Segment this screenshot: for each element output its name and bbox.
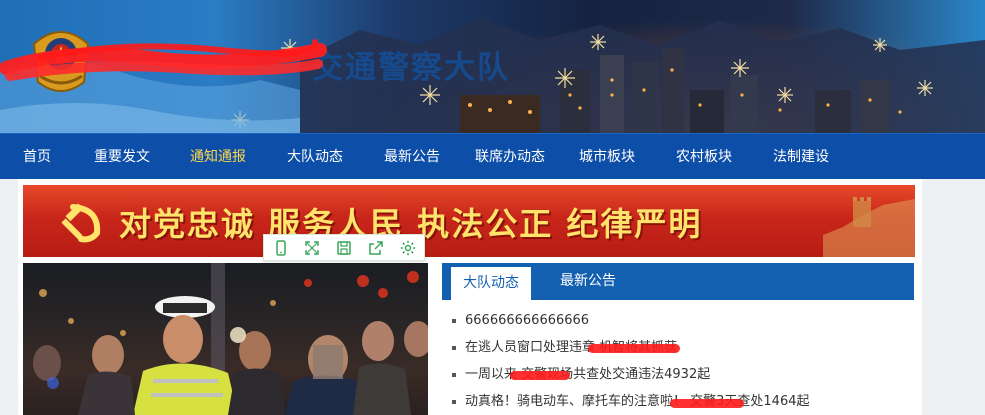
- list-item[interactable]: 动真格！骑电动车、摩托车的注意啦！ 交警3天查处1464起: [450, 388, 914, 415]
- hammer-sickle-icon: [61, 203, 101, 243]
- slogan-banner: 对党忠诚 服务人民 执法公正 纪律严明: [23, 185, 915, 257]
- expand-icon[interactable]: [303, 239, 321, 257]
- main-navigation: 首页 重要发文 通知通报 大队动态 最新公告 联席办动态 城市板块 农村板块 法…: [0, 133, 985, 179]
- bullet-icon: [452, 346, 456, 350]
- police-night-scene-image: [33, 263, 428, 415]
- news-title: 666666666666666: [465, 313, 590, 328]
- nav-item-joint-office-news[interactable]: 联席办动态: [475, 134, 545, 180]
- news-title: 动真格！骑电动车、摩托车的注意啦！ 交警3天查处1464起: [465, 394, 810, 409]
- bullet-icon: [452, 319, 456, 323]
- tab-latest-announcements[interactable]: 最新公告: [560, 263, 616, 300]
- great-wall-icon: [823, 197, 915, 257]
- settings-icon[interactable]: [399, 239, 417, 257]
- main-content: 对党忠诚 服务人民 执法公正 纪律严明 大队动态 最新公告 6666666666…: [18, 179, 922, 415]
- bullet-icon: [452, 373, 456, 377]
- list-item[interactable]: 一周以来 交警现场共查处交通违法4932起: [450, 361, 914, 388]
- nav-item-rural-section[interactable]: 农村板块: [676, 134, 732, 180]
- news-list: 666666666666666 在逃人员窗口处理违章 机智将其抓获 一周以来 交…: [450, 307, 914, 415]
- nav-item-important-docs[interactable]: 重要发文: [94, 134, 150, 180]
- nav-item-latest-announcements[interactable]: 最新公告: [384, 134, 440, 180]
- nav-item-city-section[interactable]: 城市板块: [579, 134, 635, 180]
- floating-toolbar: [263, 234, 425, 261]
- site-header: 交通警察大队: [0, 0, 985, 133]
- mobile-icon[interactable]: [272, 239, 290, 257]
- tab-brigade-news[interactable]: 大队动态: [451, 267, 531, 300]
- redaction-scribble: [510, 371, 570, 380]
- news-title: 一周以来 交警现场共查处交通违法4932起: [465, 367, 711, 382]
- nav-item-brigade-news[interactable]: 大队动态: [287, 134, 343, 180]
- save-icon[interactable]: [335, 239, 353, 257]
- site-title-text: 交通警察大队: [312, 50, 510, 86]
- nav-item-legal-construction[interactable]: 法制建设: [773, 134, 829, 180]
- nav-item-home[interactable]: 首页: [23, 134, 51, 180]
- news-tabs: 大队动态 最新公告: [442, 263, 914, 300]
- list-item[interactable]: 666666666666666: [450, 307, 914, 334]
- redaction-scribble: [0, 39, 327, 81]
- redaction-scribble: [588, 344, 680, 353]
- share-icon[interactable]: [367, 239, 385, 257]
- news-photo[interactable]: [23, 263, 428, 415]
- bullet-icon: [452, 400, 456, 404]
- list-item[interactable]: 在逃人员窗口处理违章 机智将其抓获: [450, 334, 914, 361]
- nav-item-notices[interactable]: 通知通报: [190, 134, 246, 180]
- redaction-scribble: [670, 399, 744, 408]
